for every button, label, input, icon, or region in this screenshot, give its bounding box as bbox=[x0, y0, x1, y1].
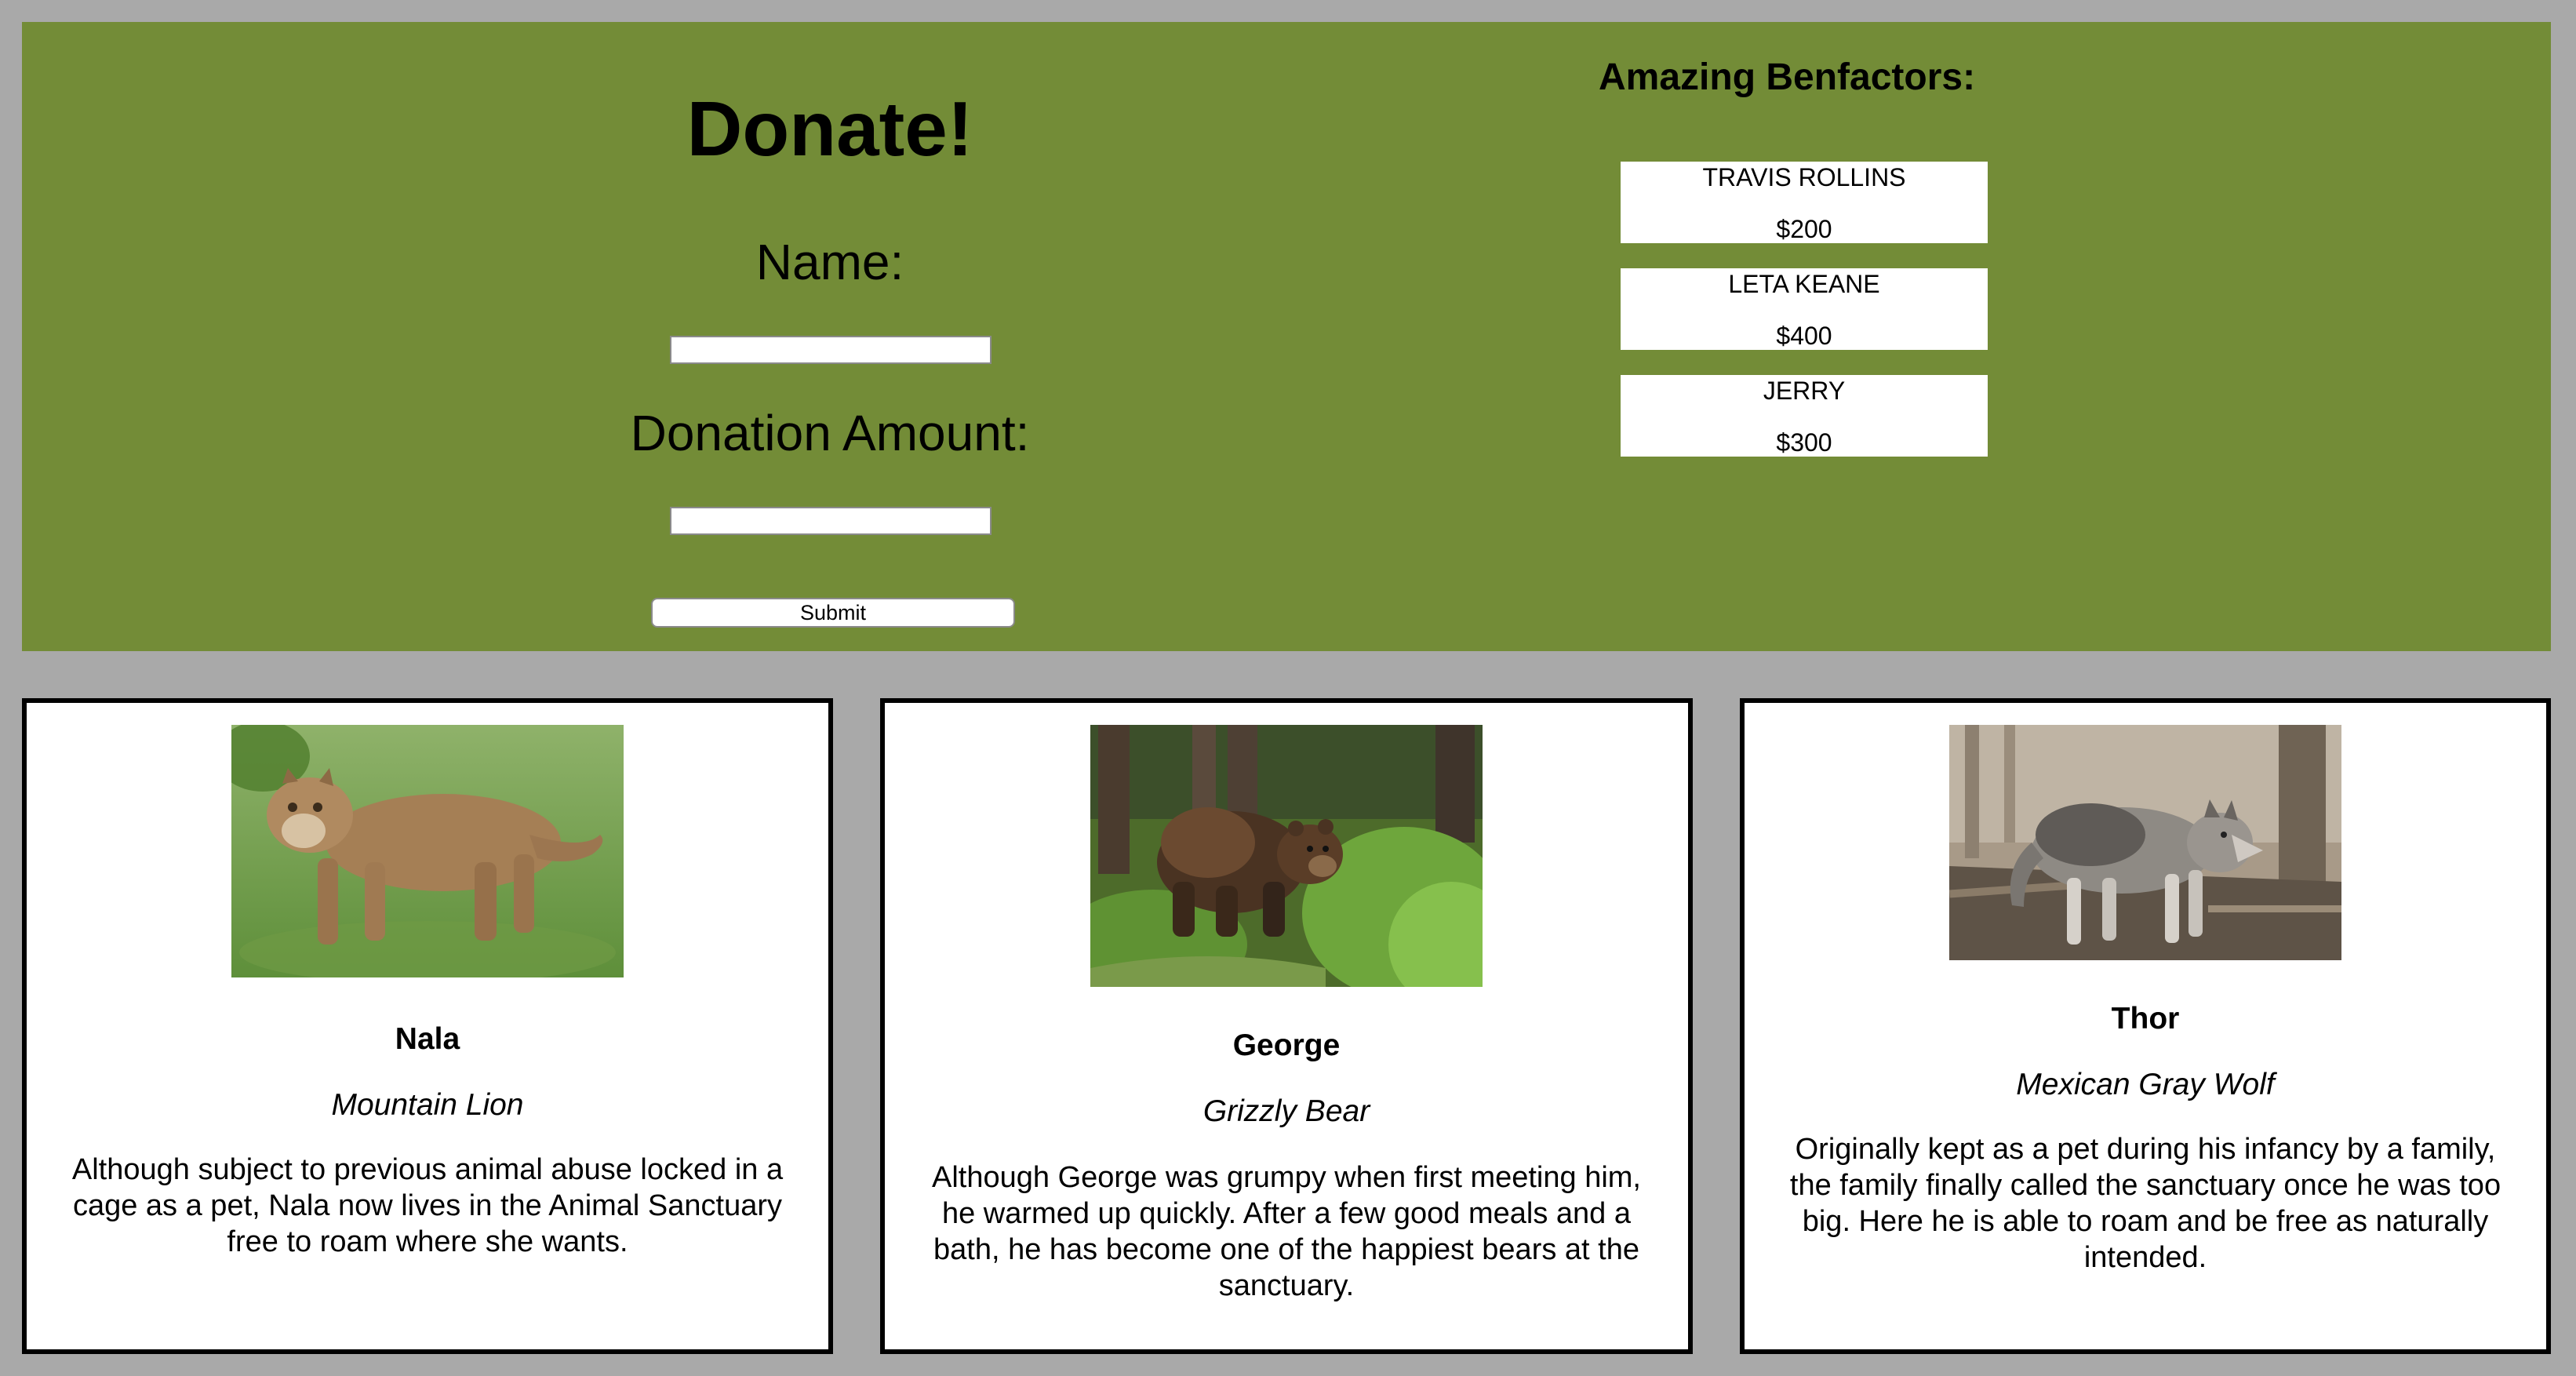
donation-amount-label: Donation Amount: bbox=[630, 405, 1030, 461]
animal-species: Grizzly Bear bbox=[1202, 1094, 1370, 1128]
donate-title: Donate! bbox=[686, 86, 973, 172]
grizzly-bear-photo bbox=[1090, 725, 1483, 987]
benefactor-card: LETA KEANE $400 bbox=[1621, 268, 1988, 350]
animal-card-nala: Nala Mountain Lion Although subject to p… bbox=[22, 698, 833, 1354]
animal-name: Nala bbox=[395, 1022, 460, 1056]
benefactor-name: JERRY bbox=[1763, 377, 1846, 405]
animal-story: Although George was grumpy when first me… bbox=[932, 1161, 1641, 1302]
gray-wolf-photo bbox=[1949, 725, 2341, 960]
benefactor-amount: $300 bbox=[1776, 428, 1832, 457]
benefactor-name: LETA KEANE bbox=[1728, 270, 1880, 298]
animal-name: Thor bbox=[2111, 1002, 2180, 1036]
submit-button[interactable]: Submit bbox=[651, 598, 1015, 628]
benefactor-amount: $200 bbox=[1776, 215, 1832, 243]
animal-name: George bbox=[1232, 1028, 1341, 1062]
benefactor-amount: $400 bbox=[1776, 322, 1832, 350]
animal-card-thor: Thor Mexican Gray Wolf Originally kept a… bbox=[1740, 698, 2551, 1354]
animal-card-george: George Grizzly Bear Although George was … bbox=[880, 698, 1693, 1354]
donation-amount-input[interactable] bbox=[670, 507, 991, 535]
animal-story: Although subject to previous animal abus… bbox=[71, 1153, 784, 1258]
name-label: Name: bbox=[755, 234, 904, 290]
name-input[interactable] bbox=[670, 336, 991, 364]
benefactor-card: TRAVIS ROLLINS $200 bbox=[1621, 162, 1988, 243]
animal-species: Mountain Lion bbox=[331, 1088, 524, 1122]
benefactor-card: JERRY $300 bbox=[1621, 375, 1988, 457]
mountain-lion-photo bbox=[231, 725, 624, 977]
benefactors-title: Amazing Benfactors: bbox=[1599, 56, 1976, 98]
benefactor-name: TRAVIS ROLLINS bbox=[1702, 163, 1906, 191]
donation-banner: Donate! Name: Donation Amount: Submit Am… bbox=[22, 22, 2551, 651]
benefactors-panel: Amazing Benfactors: TRAVIS ROLLINS $200 … bbox=[1599, 55, 1988, 457]
animal-species: Mexican Gray Wolf bbox=[2016, 1068, 2275, 1101]
animal-story: Originally kept as a pet during his infa… bbox=[1789, 1133, 2501, 1274]
